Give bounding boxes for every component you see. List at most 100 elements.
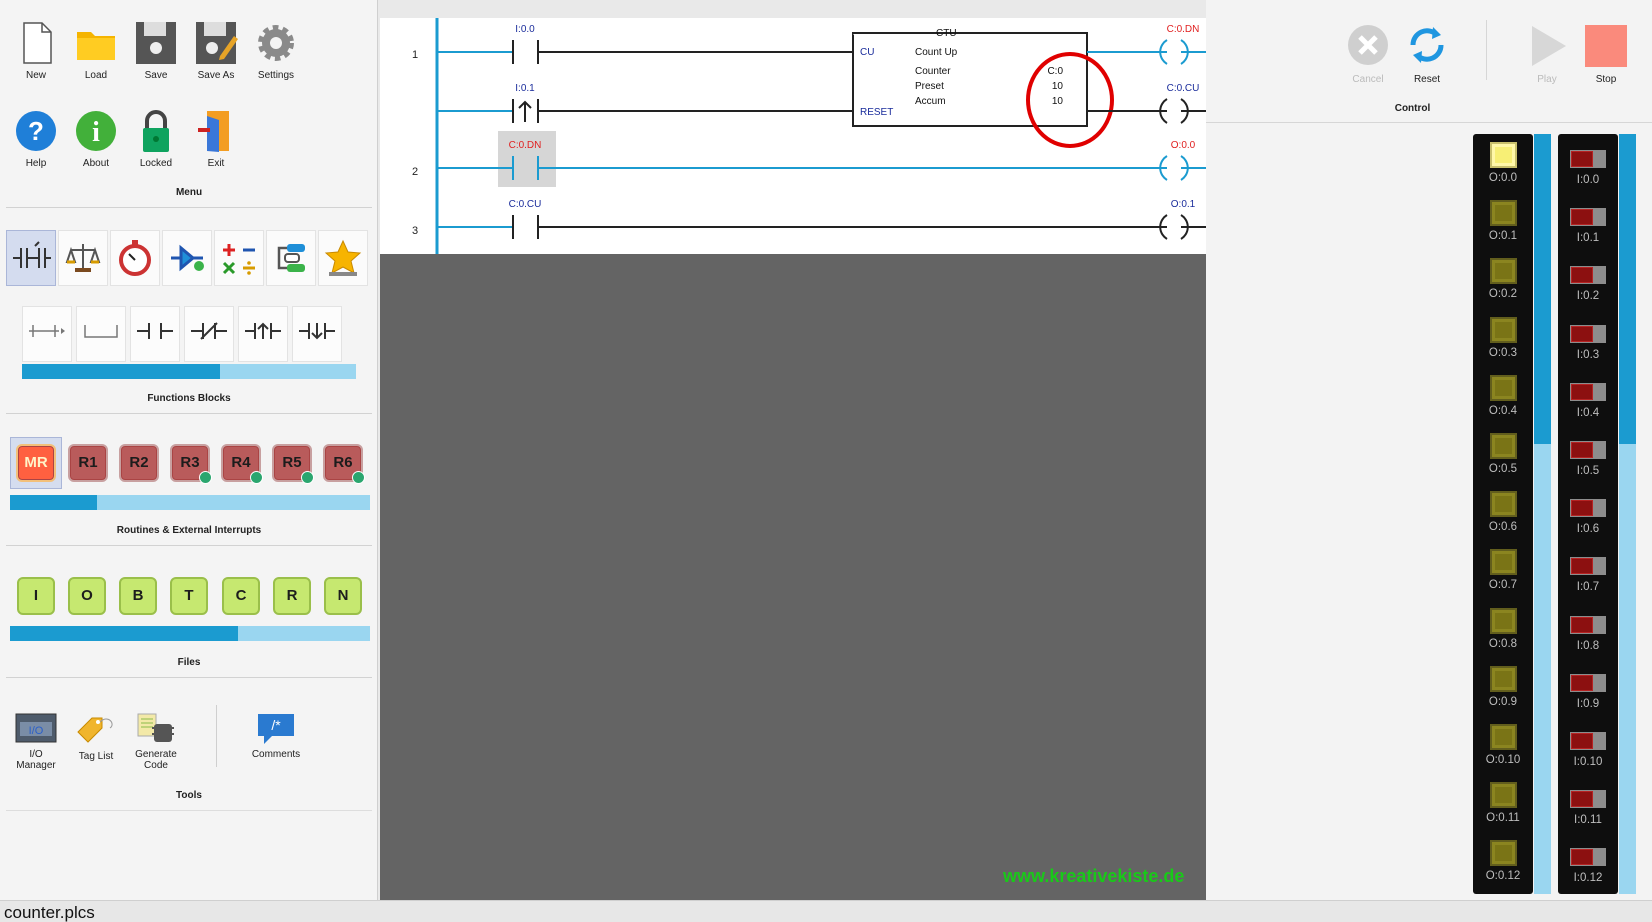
load-button[interactable]: Load [66,20,126,81]
input-switch[interactable]: I:0.2 [1558,258,1618,302]
gear-icon [258,25,294,61]
tab-program-control[interactable] [266,230,316,286]
output-indicator: O:0.7 [1473,549,1533,591]
file-n-button[interactable]: N [324,577,362,615]
input-switch[interactable]: I:0.7 [1558,549,1618,593]
toggle-switch[interactable] [1570,208,1606,227]
tab-favorites[interactable] [318,230,368,286]
routine-r5-button[interactable]: R5 [272,444,314,484]
toggle-switch[interactable] [1570,848,1606,867]
locked-button[interactable]: Locked [126,108,186,169]
help-icon: ? [16,111,56,151]
xic-contact-tool[interactable] [130,306,180,362]
tab-bit-instructions[interactable] [6,230,56,286]
branch-contact-tool[interactable] [22,306,72,362]
toggle-switch[interactable] [1570,382,1606,401]
routine-r3-button[interactable]: R3 [170,444,212,484]
routine-r1-button[interactable]: R1 [68,444,108,482]
toggle-switch[interactable] [1570,732,1606,750]
stop-icon [1585,25,1627,67]
routine-mr-button[interactable]: MR [16,444,56,482]
file-label: O [81,587,93,604]
cancel-button[interactable]: Cancel [1338,24,1398,85]
routine-label: R5 [282,454,302,471]
tab-math[interactable] [214,230,264,286]
toggle-switch[interactable] [1570,150,1606,168]
ons-rising-tool[interactable] [238,306,288,362]
branch-end-tool[interactable] [76,306,126,362]
exit-button[interactable]: Exit [186,108,246,169]
output-lamp [1489,782,1517,809]
tab-timers[interactable] [110,230,160,286]
comments-button[interactable]: /* Comments [240,710,312,760]
reset-button[interactable]: Reset [1397,24,1457,85]
tab-compare[interactable] [58,230,108,286]
stop-button[interactable]: Stop [1576,24,1636,85]
routines-scrollbar[interactable] [10,495,370,510]
scroll-thumb[interactable] [22,364,220,379]
toggle-switch[interactable] [1570,557,1606,576]
input-switch[interactable]: I:0.6 [1558,491,1618,535]
file-i-button[interactable]: I [17,577,55,615]
input-switch[interactable]: I:0.11 [1558,782,1618,826]
input-switch[interactable]: I:0.0 [1558,142,1618,186]
input-switch[interactable]: I:0.3 [1558,317,1618,361]
xio-contact-tool[interactable] [184,306,234,362]
toggle-switch[interactable] [1570,790,1606,809]
toggle-switch[interactable] [1570,673,1606,692]
play-button[interactable]: Play [1517,24,1577,85]
exit-button-label: Exit [207,158,225,169]
ladder-diagram[interactable]: 1 2 3 I:0.0 I:0.1 CTU Count Up CU RESET … [380,18,1206,254]
ctu-subtitle: Count Up [915,47,958,58]
help-button[interactable]: ? Help [6,108,66,169]
outputs-scrollbar[interactable] [1534,134,1551,894]
input-switch[interactable]: I:0.5 [1558,433,1618,477]
menu-section-title: Menu [175,187,203,198]
svg-text:/*: /* [271,717,281,733]
generate-code-icon [137,713,174,742]
generate-code-button[interactable]: Generate Code [120,710,192,771]
output-label: O:0.4 [1488,404,1518,417]
files-scrollbar[interactable] [10,626,370,641]
play-label: Play [1537,74,1557,85]
toggle-switch[interactable] [1570,324,1606,343]
save-as-button-label: Save As [197,70,235,81]
save-as-button[interactable]: Save As [186,20,246,81]
file-c-button[interactable]: C [222,577,260,615]
input-switch[interactable]: I:0.1 [1558,200,1618,244]
file-b-button[interactable]: B [119,577,157,615]
toggle-switch[interactable] [1570,499,1606,518]
file-o-button[interactable]: O [68,577,106,615]
output-lamp [1489,491,1517,518]
toggle-switch[interactable] [1570,441,1606,459]
inputs-scrollbar[interactable] [1619,134,1636,894]
input-switch[interactable]: I:0.8 [1558,608,1618,652]
ons-falling-tool[interactable] [292,306,342,362]
routine-r6-button[interactable]: R6 [323,444,365,484]
save-button[interactable]: Save [126,20,186,81]
ladder-editor[interactable]: 1 2 3 I:0.0 I:0.1 CTU Count Up CU RESET … [380,18,1206,254]
editor-empty-area[interactable] [380,254,1206,901]
scroll-thumb[interactable] [1619,134,1636,444]
file-r-button[interactable]: R [273,577,311,615]
scroll-thumb[interactable] [10,626,238,641]
input-switch[interactable]: I:0.4 [1558,375,1618,419]
toggle-switch[interactable] [1570,266,1606,285]
functions-scrollbar[interactable] [22,364,356,379]
output-indicator: O:0.12 [1473,840,1533,882]
scroll-thumb[interactable] [10,495,97,510]
input-switch[interactable]: I:0.10 [1558,724,1618,768]
routine-r2-button[interactable]: R2 [119,444,159,482]
new-button[interactable]: New [6,20,66,81]
toggle-switch[interactable] [1570,615,1606,634]
tab-move[interactable] [162,230,212,286]
file-t-button[interactable]: T [170,577,208,615]
comment-icon: /* [258,714,294,744]
about-button[interactable]: i About [66,108,126,169]
input-switch[interactable]: I:0.12 [1558,840,1618,884]
scroll-thumb[interactable] [1534,134,1551,444]
save-icon [136,22,176,64]
routine-r4-button[interactable]: R4 [221,444,263,484]
settings-button[interactable]: Settings [246,20,306,81]
input-switch[interactable]: I:0.9 [1558,666,1618,710]
